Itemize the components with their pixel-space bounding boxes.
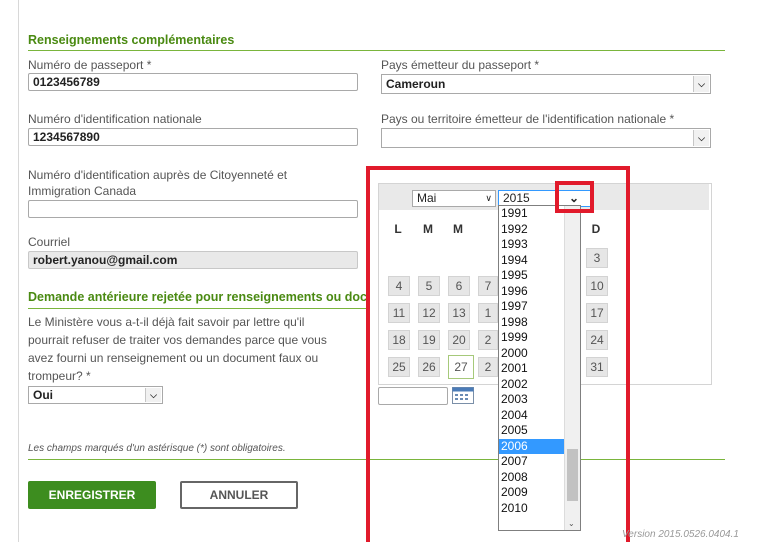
- cancel-button[interactable]: ANNULER: [180, 481, 298, 509]
- required-fields-notice: Les champs marqués d'un astérisque (*) s…: [28, 443, 286, 454]
- email-label: Courriel: [28, 235, 71, 249]
- chevron-down-icon: ⌵: [693, 76, 709, 92]
- national-id-input[interactable]: 1234567890: [28, 128, 358, 146]
- question-line1: Le Ministère vous a-t-il déjà fait savoi…: [28, 315, 305, 329]
- national-id-country-label: Pays ou territoire émetteur de l'identif…: [381, 112, 675, 126]
- section-title: Renseignements complémentaires: [28, 33, 235, 47]
- email-input: robert.yanou@gmail.com: [28, 251, 358, 269]
- passport-number-label: Numéro de passeport *: [28, 58, 152, 72]
- question-line4: trompeur? *: [28, 369, 91, 383]
- cic-id-label-line1: Numéro d'identification auprès de Citoye…: [28, 168, 288, 182]
- highlight-box-year-arrow: [555, 181, 594, 213]
- save-button[interactable]: ENREGISTRER: [28, 481, 156, 509]
- passport-country-label: Pays émetteur du passeport *: [381, 58, 540, 72]
- national-id-label: Numéro d'identification nationale: [28, 112, 202, 126]
- passport-country-value: Cameroun: [386, 77, 446, 91]
- passport-country-select[interactable]: Cameroun ⌵: [381, 74, 711, 94]
- cic-id-label-line2: Immigration Canada: [28, 184, 137, 198]
- section-divider: [28, 308, 368, 309]
- chevron-down-icon: ⌵: [145, 388, 161, 402]
- question-line2: pourrait refuser de traiter vos demandes…: [28, 333, 327, 347]
- section-divider: [28, 50, 725, 51]
- national-id-country-select[interactable]: ⌵: [381, 128, 711, 148]
- passport-number-input[interactable]: 0123456789: [28, 73, 358, 91]
- version-label: Version 2015.0526.0404.1: [622, 529, 739, 540]
- rejected-answer-select[interactable]: Oui ⌵: [28, 386, 163, 404]
- rejected-answer-value: Oui: [33, 388, 53, 402]
- chevron-down-icon: ⌵: [693, 130, 709, 146]
- highlight-box-large: [366, 166, 630, 542]
- question-line3: avez fourni un renseignement ou un docum…: [28, 351, 319, 365]
- section-title-rejected: Demande antérieure rejetée pour renseign…: [28, 290, 367, 304]
- left-border-line: [18, 0, 19, 542]
- cic-id-input[interactable]: [28, 200, 358, 218]
